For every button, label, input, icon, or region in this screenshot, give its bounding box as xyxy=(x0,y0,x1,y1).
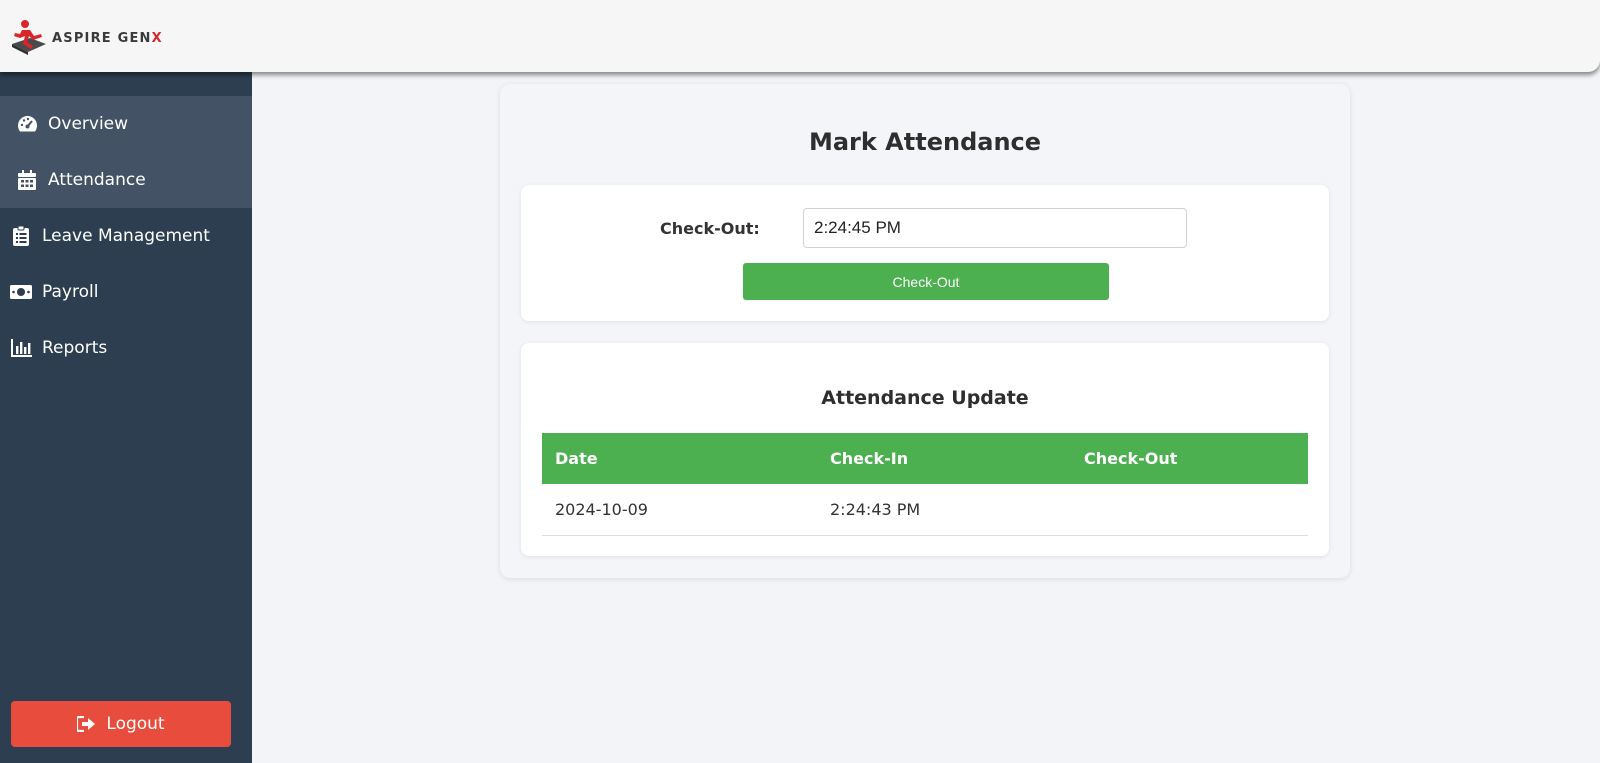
brand-logo-link[interactable]: ASPIRE GENX xyxy=(8,18,163,58)
attendance-update-card: Attendance Update Date Check-In Check-Ou… xyxy=(521,343,1329,556)
brand-name: ASPIRE GENX xyxy=(52,30,163,46)
column-header-date: Date xyxy=(542,433,817,484)
top-header: ASPIRE GENX xyxy=(0,0,1600,72)
sign-out-icon xyxy=(77,715,97,733)
sidebar-item-reports[interactable]: Reports xyxy=(0,320,252,376)
sidebar-item-payroll[interactable]: Payroll xyxy=(0,264,252,320)
table-header-row: Date Check-In Check-Out xyxy=(542,433,1308,484)
clipboard-icon xyxy=(10,225,32,247)
calendar-icon xyxy=(16,169,38,191)
cell-date: 2024-10-09 xyxy=(542,484,817,536)
checkout-label: Check-Out: xyxy=(660,219,760,238)
bar-chart-icon xyxy=(10,337,32,359)
attendance-table: Date Check-In Check-Out 2024-10-09 2:24:… xyxy=(542,433,1308,536)
sidebar-item-label: Overview xyxy=(48,114,129,134)
logout-button[interactable]: Logout xyxy=(11,701,231,747)
gauge-icon xyxy=(16,113,38,135)
sidebar-item-label: Payroll xyxy=(42,282,99,302)
column-header-check-out: Check-Out xyxy=(1071,433,1308,484)
money-bill-icon xyxy=(10,281,32,303)
sidebar-item-leave-management[interactable]: Leave Management xyxy=(0,208,252,264)
sidebar-nav: Overview Attendance Leave Management Pay… xyxy=(0,96,252,376)
cell-check-in: 2:24:43 PM xyxy=(817,484,1071,536)
checkout-button[interactable]: Check-Out xyxy=(743,263,1109,300)
cell-check-out xyxy=(1071,484,1308,536)
checkout-card: Check-Out: Check-Out xyxy=(521,185,1329,321)
sidebar-item-label: Leave Management xyxy=(42,226,210,246)
sidebar-item-label: Reports xyxy=(42,338,108,358)
checkout-time-input[interactable] xyxy=(803,208,1187,248)
sidebar-item-overview[interactable]: Overview xyxy=(0,96,252,152)
page-title: Mark Attendance xyxy=(808,128,1042,156)
sidebar-item-attendance[interactable]: Attendance xyxy=(0,152,252,208)
attendance-update-title: Attendance Update xyxy=(821,387,1029,409)
runner-logo-icon xyxy=(12,20,46,55)
logout-label: Logout xyxy=(106,714,165,734)
sidebar-item-label: Attendance xyxy=(48,170,146,190)
sidebar: Overview Attendance Leave Management Pay… xyxy=(0,72,252,763)
attendance-panel: Mark Attendance Check-Out: Check-Out Att… xyxy=(500,84,1350,578)
column-header-check-in: Check-In xyxy=(817,433,1071,484)
table-row: 2024-10-09 2:24:43 PM xyxy=(542,484,1308,536)
